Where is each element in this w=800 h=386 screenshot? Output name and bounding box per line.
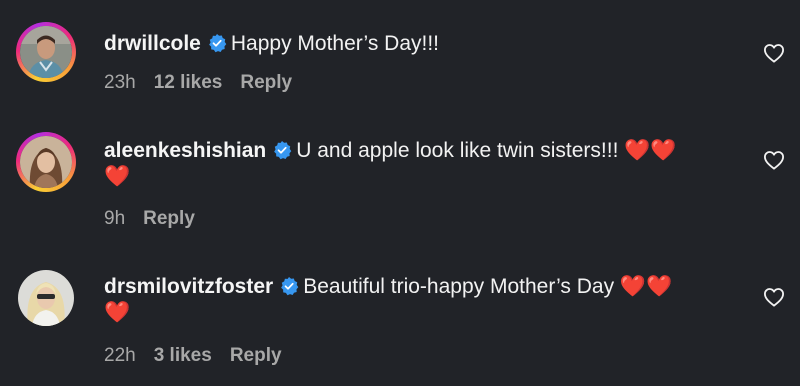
avatar[interactable] — [16, 132, 76, 192]
verified-badge-icon — [281, 277, 299, 296]
comment-line: aleenkeshishian U and apple look like tw… — [104, 136, 677, 166]
comment-username[interactable]: drwillcole — [104, 32, 201, 55]
heart-outline-icon[interactable] — [763, 43, 785, 63]
comment-text: Beautiful trio-happy Mother’s Day ❤️❤️ — [303, 275, 673, 298]
comment-username[interactable]: aleenkeshishian — [104, 139, 266, 162]
comment-likes-count[interactable]: 3 likes — [154, 345, 212, 366]
comment-timestamp: 9h — [104, 208, 126, 229]
comment-timestamp: 23h — [104, 72, 136, 93]
verified-badge-icon — [274, 141, 292, 160]
reply-button[interactable]: Reply — [240, 72, 292, 93]
comment-username[interactable]: drsmilovitzfoster — [104, 275, 273, 298]
comment-meta: 23h 12 likes Reply — [104, 72, 310, 94]
heart-outline-icon[interactable] — [763, 150, 785, 170]
reply-button[interactable]: Reply — [230, 345, 282, 366]
avatar-photo — [18, 270, 74, 326]
comment-line: drwillcole Happy Mother’s Day!!! — [104, 29, 439, 59]
avatar-photo — [20, 26, 72, 78]
comment-text: Happy Mother’s Day!!! — [230, 32, 440, 55]
reply-button[interactable]: Reply — [143, 208, 195, 229]
comment-text-continued: ❤️ — [104, 165, 131, 188]
avatar-photo — [20, 136, 72, 188]
heart-outline-icon[interactable] — [763, 287, 785, 307]
comment-list: drwillcole Happy Mother’s Day!!! 23h 12 l… — [0, 0, 800, 386]
comment-likes-count[interactable]: 12 likes — [154, 72, 223, 93]
comment-text: U and apple look like twin sisters!!! ❤️… — [296, 139, 677, 162]
verified-badge-icon — [209, 34, 227, 53]
comment-meta: 9h Reply — [104, 208, 213, 230]
comment-line: drsmilovitzfoster Beautiful trio-happy M… — [104, 272, 672, 302]
avatar[interactable] — [16, 268, 76, 328]
comment-timestamp: 22h — [104, 345, 136, 366]
comment-meta: 22h 3 likes Reply — [104, 345, 300, 367]
avatar[interactable] — [16, 22, 76, 82]
comment-text-continued: ❤️ — [104, 301, 131, 324]
